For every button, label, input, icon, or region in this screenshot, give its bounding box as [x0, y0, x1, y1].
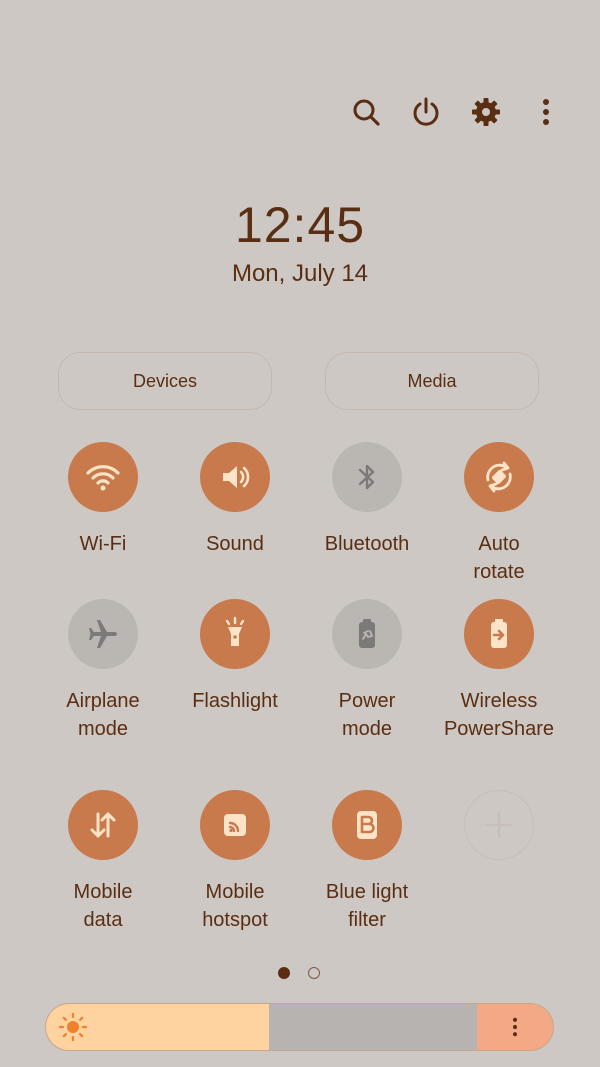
search-icon	[353, 99, 380, 126]
tile-power-mode-circle	[332, 599, 402, 669]
tile-hotspot-circle	[200, 790, 270, 860]
clock-time: 12:45	[234, 197, 366, 253]
brightness-options-button[interactable]	[477, 1004, 553, 1050]
search-button[interactable]	[346, 92, 386, 132]
tile-flashlight-circle	[200, 599, 270, 669]
mobile-data-icon	[90, 812, 116, 838]
tile-powershare-label: Wireless PowerShare	[443, 690, 555, 740]
tile-airplane-label: Airplane mode	[66, 690, 140, 740]
tile-mobile-hotspot[interactable]: Mobile hotspot	[170, 790, 300, 934]
devices-button[interactable]: Devices	[58, 352, 272, 410]
tile-auto-rotate-label: Auto rotate	[473, 533, 525, 583]
wifi-icon	[86, 465, 120, 491]
tile-mobile-data-label: Mobile data	[73, 881, 133, 931]
powershare-icon	[491, 619, 507, 648]
tile-mobile-data[interactable]: Mobile data	[38, 790, 168, 934]
tile-sound-label: Sound	[206, 533, 264, 555]
tile-sound[interactable]: Sound	[170, 442, 300, 558]
page-dot-2[interactable]	[308, 967, 320, 979]
top-actions	[346, 92, 566, 132]
tile-auto-rotate[interactable]: Auto rotate	[434, 442, 564, 586]
tile-wifi[interactable]: Wi-Fi	[38, 442, 168, 558]
more-vertical-icon	[512, 1017, 518, 1037]
page-indicator	[278, 967, 320, 979]
tile-airplane-mode[interactable]: Airplane mode	[38, 599, 168, 743]
tile-add[interactable]	[434, 790, 564, 860]
tile-bluetooth-label: Bluetooth	[324, 533, 410, 555]
tile-wifi-circle	[68, 442, 138, 512]
tile-power-mode[interactable]: Power mode	[302, 599, 432, 743]
hotspot-icon	[224, 814, 246, 836]
tile-airplane-circle	[68, 599, 138, 669]
tile-mobile-data-circle	[68, 790, 138, 860]
flashlight-icon	[225, 616, 245, 646]
tile-hotspot-label: Mobile hotspot	[202, 881, 268, 931]
tile-bluetooth[interactable]: Bluetooth	[302, 442, 432, 558]
page-dot-1[interactable]	[278, 967, 290, 979]
tile-power-mode-label: Power mode	[338, 690, 396, 740]
more-vertical-icon	[543, 99, 549, 125]
tile-flashlight[interactable]: Flashlight	[170, 599, 300, 715]
tile-wireless-powershare[interactable]: Wireless PowerShare	[434, 599, 564, 743]
sun-icon	[58, 1012, 88, 1042]
tile-powershare-circle	[464, 599, 534, 669]
more-options-button[interactable]	[526, 92, 566, 132]
airplane-icon	[89, 620, 117, 648]
speaker-icon	[223, 466, 250, 488]
tile-auto-rotate-circle	[464, 442, 534, 512]
tile-blue-light-filter[interactable]: Blue light filter	[302, 790, 432, 934]
settings-button[interactable]	[466, 92, 506, 132]
tile-blue-light-circle	[332, 790, 402, 860]
media-button[interactable]: Media	[325, 352, 539, 410]
power-button[interactable]	[406, 92, 446, 132]
clock-date: Mon, July 14	[231, 260, 369, 287]
plus-icon	[485, 811, 513, 839]
tile-blue-light-label: Blue light filter	[325, 881, 409, 931]
blue-light-filter-icon	[357, 811, 377, 839]
gear-icon	[472, 98, 500, 126]
tile-sound-circle	[200, 442, 270, 512]
power-icon	[413, 97, 439, 126]
tile-flashlight-label: Flashlight	[192, 690, 278, 712]
tile-wifi-label: Wi-Fi	[79, 533, 127, 555]
auto-rotate-icon	[486, 461, 512, 493]
tile-bluetooth-circle	[332, 442, 402, 512]
brightness-slider[interactable]	[45, 1003, 554, 1051]
battery-icon	[359, 619, 375, 648]
bluetooth-icon	[358, 464, 375, 490]
tile-add-circle	[464, 790, 534, 860]
